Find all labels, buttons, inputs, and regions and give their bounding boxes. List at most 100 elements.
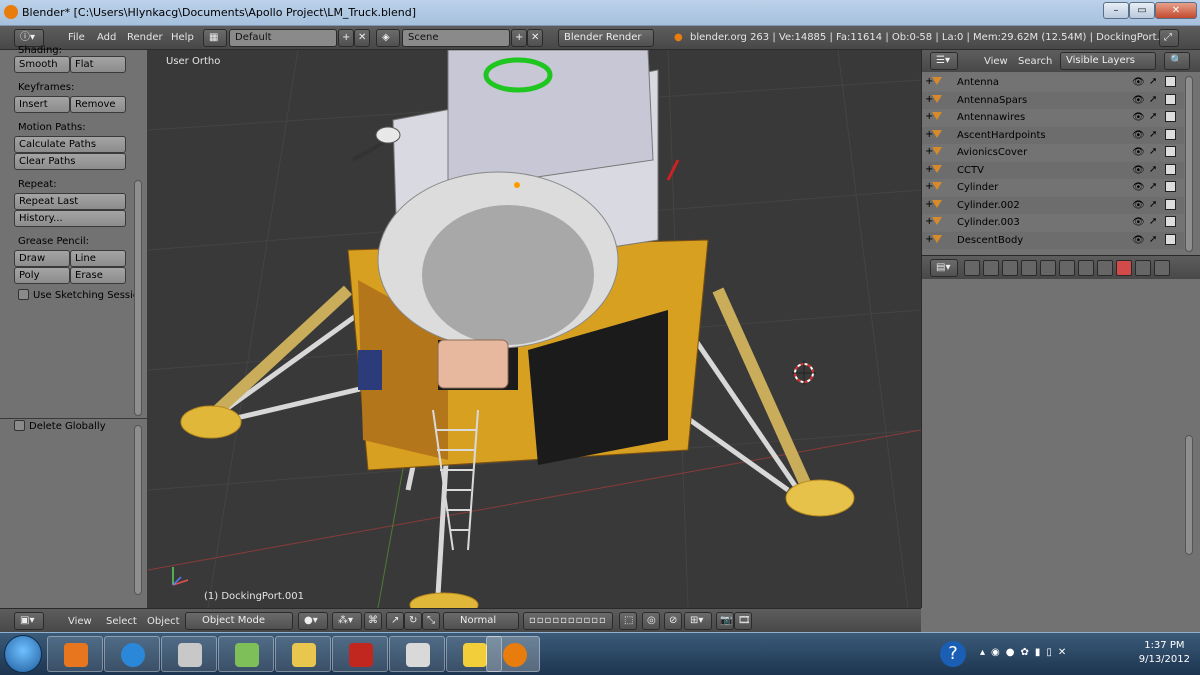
- gp-poly-button[interactable]: Poly: [14, 267, 70, 284]
- render-camera-icon[interactable]: [1165, 181, 1176, 192]
- footer-view-menu[interactable]: View: [68, 616, 92, 627]
- 3d-viewport[interactable]: User Ortho (1) DockingPort.001: [148, 50, 921, 608]
- render-camera-icon[interactable]: [1165, 163, 1176, 175]
- lock-layers-icon[interactable]: ⬚: [619, 612, 637, 630]
- visibility-eye-icon[interactable]: 👁: [1132, 112, 1145, 123]
- sketching-session-checkbox[interactable]: Use Sketching Sessio: [18, 289, 139, 301]
- menu-render[interactable]: Render: [127, 32, 163, 43]
- render-camera-icon[interactable]: [1165, 216, 1176, 227]
- visibility-eye-icon[interactable]: 👁: [1132, 95, 1145, 106]
- properties-editor-icon[interactable]: ▤▾: [930, 259, 958, 277]
- material-tab-icon[interactable]: [1097, 260, 1113, 276]
- tray-help-icon[interactable]: ?: [940, 641, 966, 667]
- render-camera-icon[interactable]: [1165, 146, 1176, 157]
- delete-globally-checkbox[interactable]: Delete Globally: [14, 420, 106, 432]
- translate-manipulator-icon[interactable]: ↗: [386, 612, 404, 630]
- menu-help[interactable]: Help: [171, 32, 194, 43]
- outliner-item-name[interactable]: Antenna: [957, 77, 999, 88]
- taskbar-hp-icon[interactable]: [218, 636, 274, 672]
- render-camera-icon[interactable]: [1165, 93, 1176, 105]
- gp-draw-button[interactable]: Draw: [14, 250, 70, 267]
- mode-select[interactable]: Object Mode: [185, 612, 293, 630]
- scene-field[interactable]: Scene: [402, 29, 510, 47]
- menu-file[interactable]: File: [68, 32, 85, 43]
- outliner-item-name[interactable]: Antennawires: [957, 112, 1025, 123]
- outliner-item[interactable]: + Cylinder.002 👁 ➚: [922, 196, 1184, 214]
- outliner-item-name[interactable]: Cylinder.003: [957, 217, 1020, 228]
- render-tab-icon[interactable]: [964, 260, 980, 276]
- operator-scrollbar[interactable]: [134, 425, 142, 595]
- scale-manipulator-icon[interactable]: ⤡: [422, 612, 440, 630]
- transform-orientation-select[interactable]: Normal: [443, 612, 519, 630]
- taskbar-explorer-icon[interactable]: [275, 636, 331, 672]
- history-button[interactable]: History...: [14, 210, 126, 227]
- screen-layout-icon[interactable]: ▦: [203, 29, 227, 47]
- outliner-item[interactable]: + AvionicsCover 👁 ➚: [922, 144, 1184, 161]
- outliner-item[interactable]: + AscentHardpoints 👁 ➚: [922, 126, 1184, 144]
- clear-paths-button[interactable]: Clear Paths: [14, 153, 126, 170]
- visibility-eye-icon[interactable]: 👁: [1132, 130, 1145, 141]
- outliner-editor-icon[interactable]: ☰▾: [930, 52, 958, 70]
- remove-layout-button[interactable]: ✕: [354, 29, 370, 47]
- taskbar-ie-icon[interactable]: [104, 636, 160, 672]
- select-arrow-icon[interactable]: ➚: [1149, 164, 1157, 175]
- screen-layout-field[interactable]: Default: [229, 29, 337, 47]
- select-arrow-icon[interactable]: ➚: [1149, 216, 1157, 227]
- properties-scrollbar[interactable]: [1185, 435, 1193, 555]
- outliner-view-menu[interactable]: View: [984, 56, 1008, 67]
- manipulator-toggle-icon[interactable]: ⌘: [364, 612, 382, 630]
- render-camera-icon[interactable]: [1165, 111, 1176, 122]
- select-arrow-icon[interactable]: ➚: [1149, 129, 1157, 140]
- outliner-item[interactable]: + DescentBody 👁 ➚: [922, 231, 1184, 249]
- smooth-button[interactable]: Smooth: [14, 56, 70, 73]
- outliner-item[interactable]: + Antennawires 👁 ➚: [922, 109, 1184, 126]
- select-arrow-icon[interactable]: ➚: [1149, 199, 1157, 210]
- footer-object-menu[interactable]: Object: [147, 616, 180, 627]
- gp-line-button[interactable]: Line: [70, 250, 126, 267]
- render-opengl-icon[interactable]: 📷: [716, 612, 734, 630]
- taskbar-scanner-icon[interactable]: [161, 636, 217, 672]
- shading-select-icon[interactable]: ●▾: [298, 612, 328, 630]
- outliner-item[interactable]: + CCTV 👁 ➚: [922, 161, 1184, 179]
- outliner-item[interactable]: + Antenna 👁 ➚: [922, 74, 1184, 91]
- taskbar-media-icon[interactable]: [47, 636, 103, 672]
- select-arrow-icon[interactable]: ➚: [1149, 146, 1157, 157]
- scene-tab-icon[interactable]: [983, 260, 999, 276]
- outliner-scrollbar[interactable]: [1185, 76, 1193, 252]
- flat-button[interactable]: Flat: [70, 56, 126, 73]
- add-layout-button[interactable]: +: [338, 29, 354, 47]
- select-arrow-icon[interactable]: ➚: [1149, 94, 1157, 105]
- snap-toggle-icon[interactable]: ⊘: [664, 612, 682, 630]
- close-button[interactable]: ✕: [1155, 2, 1197, 19]
- outliner-filter-select[interactable]: Visible Layers: [1060, 52, 1156, 70]
- tray-icons[interactable]: ▴◉●✿▮▯✕: [980, 647, 1072, 658]
- outliner-item[interactable]: + Cylinder 👁 ➚: [922, 179, 1184, 196]
- outliner-item[interactable]: + AntennaSpars 👁 ➚: [922, 91, 1184, 109]
- data-tab-icon[interactable]: [1078, 260, 1094, 276]
- physics-tab-icon[interactable]: [1154, 260, 1170, 276]
- render-camera-icon[interactable]: [1165, 198, 1176, 210]
- constraints-tab-icon[interactable]: [1040, 260, 1056, 276]
- visibility-eye-icon[interactable]: 👁: [1132, 200, 1145, 211]
- rotate-manipulator-icon[interactable]: ↻: [404, 612, 422, 630]
- outliner-search-icon[interactable]: 🔍: [1164, 52, 1190, 70]
- remove-scene-button[interactable]: ✕: [527, 29, 543, 47]
- visibility-eye-icon[interactable]: 👁: [1132, 147, 1145, 158]
- outliner-item-name[interactable]: Cylinder.002: [957, 200, 1020, 211]
- visibility-eye-icon[interactable]: 👁: [1132, 77, 1145, 88]
- texture-tab-icon[interactable]: [1116, 260, 1132, 276]
- render-camera-icon[interactable]: [1165, 128, 1176, 140]
- object-tab-icon[interactable]: [1021, 260, 1037, 276]
- start-button[interactable]: [4, 635, 42, 673]
- world-tab-icon[interactable]: [1002, 260, 1018, 276]
- render-engine-select[interactable]: Blender Render: [558, 29, 654, 47]
- toolshelf-scrollbar[interactable]: [134, 180, 142, 416]
- remove-keyframe-button[interactable]: Remove: [70, 96, 126, 113]
- select-arrow-icon[interactable]: ➚: [1149, 111, 1157, 122]
- taskbar-app-icon[interactable]: [332, 636, 388, 672]
- render-anim-icon[interactable]: 🎞: [734, 612, 752, 630]
- visibility-eye-icon[interactable]: 👁: [1132, 165, 1145, 176]
- 3dview-editor-icon[interactable]: ▣▾: [14, 612, 44, 630]
- footer-select-menu[interactable]: Select: [106, 616, 137, 627]
- outliner-item-name[interactable]: AvionicsCover: [957, 147, 1027, 158]
